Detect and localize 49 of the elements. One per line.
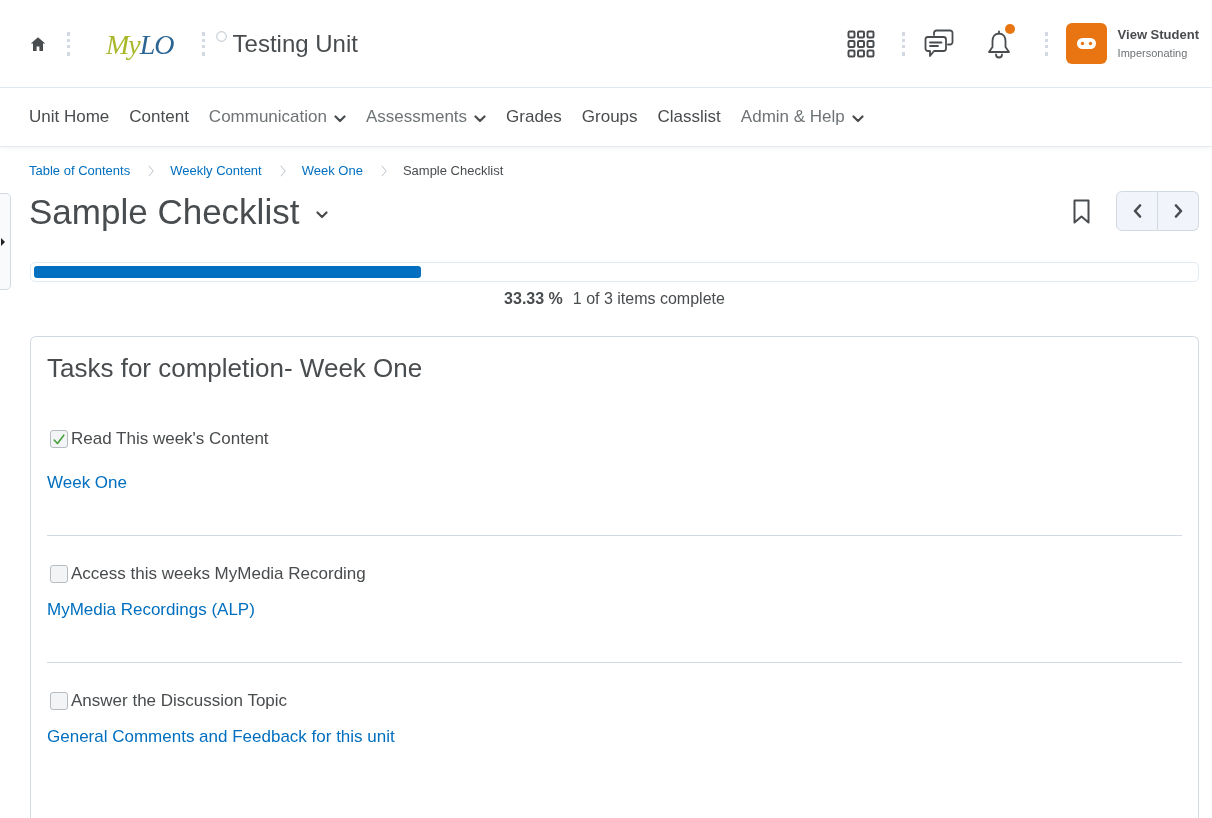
chevron-right-icon — [148, 165, 155, 177]
nav-link[interactable]: Grades — [506, 106, 562, 128]
checkbox[interactable] — [50, 430, 68, 448]
item-link[interactable]: MyMedia Recordings (ALP) — [47, 598, 255, 622]
user-role: Impersonating — [1117, 47, 1189, 60]
side-panel-toggle[interactable] — [0, 193, 11, 290]
previous-button[interactable] — [1116, 191, 1158, 231]
logo[interactable]: MyLO — [106, 28, 174, 59]
user-name[interactable]: View Student — [1117, 27, 1199, 42]
chevron-right-icon — [1173, 204, 1183, 218]
breadcrumb-link[interactable]: Weekly Content — [170, 162, 262, 180]
checklist-item-label: Access this weeks MyMedia Recording — [71, 563, 366, 585]
caret-right-icon — [1, 237, 5, 246]
chevron-right-icon — [380, 165, 387, 177]
chevron-left-icon — [1132, 204, 1142, 218]
home-icon[interactable] — [30, 35, 46, 52]
circle-icon — [215, 31, 227, 42]
item-link[interactable]: Week One — [47, 471, 127, 495]
nav-menu-button[interactable]: Assessments — [365, 106, 487, 128]
chevron-right-icon — [279, 165, 286, 177]
chat-icon[interactable] — [923, 28, 954, 59]
checklist-title: Tasks for completion- Week One — [47, 352, 424, 384]
mask-icon[interactable] — [1065, 23, 1107, 64]
checklist-item-label: Read This week's Content — [71, 428, 269, 450]
nav-menu-button[interactable]: Admin & Help — [740, 106, 864, 128]
item-link[interactable]: General Comments and Feedback for this unit — [47, 725, 395, 749]
nav-link[interactable]: Groups — [581, 106, 638, 128]
next-button[interactable] — [1158, 191, 1199, 231]
checkbox[interactable] — [50, 565, 68, 583]
nav-link[interactable]: Content — [129, 106, 189, 128]
checkbox[interactable] — [50, 692, 68, 710]
unit-title[interactable]: Testing Unit — [232, 31, 358, 56]
bookmark-icon[interactable] — [1073, 198, 1090, 224]
chevron-down-icon — [333, 114, 346, 123]
chevron-down-icon — [851, 114, 864, 123]
chevron-down-icon[interactable] — [316, 211, 329, 219]
nav-menu-button[interactable]: Communication — [208, 106, 346, 128]
chevron-down-icon — [474, 114, 487, 123]
progress-summary: 1 of 3 items complete — [572, 289, 725, 309]
breadcrumb-current: Sample Checklist — [402, 162, 504, 180]
check-icon — [53, 433, 65, 445]
breadcrumb-link[interactable]: Week One — [301, 162, 363, 180]
nav-link[interactable]: Unit Home — [29, 106, 110, 128]
checklist-item-label: Answer the Discussion Topic — [71, 690, 288, 712]
progress-percent: 33.33 % — [504, 289, 563, 309]
apps-grid-icon[interactable] — [846, 29, 875, 58]
breadcrumb-link[interactable]: Table of Contents — [29, 162, 131, 180]
nav-link[interactable]: Classlist — [657, 106, 721, 128]
page-title: Sample Checklist — [29, 193, 300, 229]
